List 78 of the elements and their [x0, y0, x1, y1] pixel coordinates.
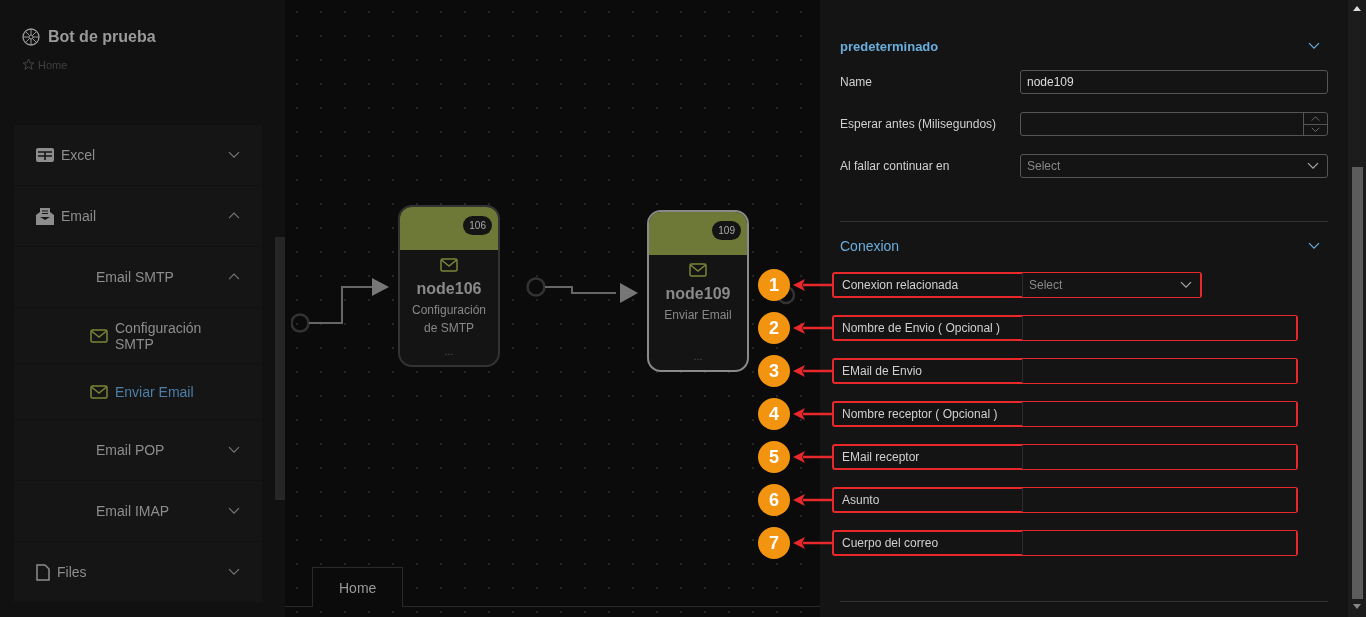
sidebar-item-label: Email IMAP: [96, 503, 171, 519]
envelope-icon: [440, 258, 458, 272]
section-header[interactable]: predeterminado: [840, 32, 1328, 60]
scrollbar-thumb[interactable]: [275, 237, 285, 500]
field-label: Nombre de Envio ( Opcional ): [842, 321, 1002, 335]
field-label: Asunto: [842, 493, 881, 507]
section-title: predeterminado: [840, 38, 939, 54]
select-field[interactable]: Select: [1020, 154, 1328, 178]
field-label: Al fallar continuar en: [840, 159, 951, 173]
text-field[interactable]: [1022, 316, 1296, 340]
node-more: ...: [444, 346, 454, 357]
text-field[interactable]: node109: [1020, 70, 1328, 94]
field-label: Esperar antes (Milisegundos): [840, 117, 998, 131]
scroll-up-icon[interactable]: [1352, 4, 1362, 12]
node-more: ...: [693, 351, 703, 362]
star-icon: [22, 58, 35, 71]
number-field[interactable]: [1020, 112, 1328, 136]
sidebar-item-label: Email SMTP: [96, 269, 175, 285]
field-label: Conexion relacionada: [842, 278, 960, 292]
decrement-button[interactable]: [1304, 123, 1327, 135]
chevron-down-icon: [228, 568, 240, 576]
node-title: node109: [665, 285, 731, 303]
flow-node[interactable]: 106 node106 Configuración de SMTP ...: [398, 205, 500, 367]
sidebar-item[interactable]: Email SMTP: [14, 247, 262, 307]
sidebar-item[interactable]: Configuración SMTP: [14, 308, 262, 363]
sidebar-item-label: Email: [61, 208, 97, 224]
envelope-icon: [689, 263, 707, 277]
chevron-down-icon: [228, 151, 240, 159]
chevron-down-icon: [1308, 242, 1320, 250]
sidebar-item-label: Enviar Email: [115, 383, 195, 400]
chevron-down-icon: [1311, 127, 1320, 133]
sidebar-item[interactable]: Enviar Email: [14, 364, 262, 419]
chevron-down-icon: [1308, 42, 1320, 50]
text-field[interactable]: [1022, 402, 1296, 426]
sidebar-item[interactable]: Email: [14, 186, 262, 246]
sidebar-item-label: Configuración SMTP: [115, 319, 203, 352]
chevron-down-icon: [1307, 162, 1319, 170]
wheel-icon: [22, 28, 40, 46]
chevron-down-icon: [1180, 281, 1192, 289]
text-field[interactable]: [1022, 531, 1296, 555]
sidebar-item-label: Files: [57, 564, 88, 580]
chevron-down-icon: [228, 446, 240, 454]
select-field[interactable]: Select: [1022, 273, 1200, 297]
flow-node[interactable]: 109 node109 Enviar Email ...: [647, 210, 749, 372]
envelope-icon: [90, 384, 108, 399]
field-label: EMail de Envio: [842, 364, 924, 378]
file-icon: [36, 563, 50, 581]
sidebar-item[interactable]: Files: [14, 542, 262, 602]
sidebar-item[interactable]: Email IMAP: [14, 481, 262, 541]
chevron-up-icon: [228, 212, 240, 220]
chevron-down-icon: [228, 507, 240, 515]
open-envelope-icon: [36, 207, 54, 225]
field-label: Name: [840, 75, 873, 89]
chevron-up-icon: [228, 273, 240, 281]
field-label: Cuerpo del correo: [842, 536, 940, 550]
app-title: Bot de prueba: [48, 28, 156, 46]
node-id-badge: 109: [712, 221, 741, 240]
sidebar-item-label: Excel: [61, 147, 97, 163]
envelope-icon: [90, 328, 108, 343]
section-title: Conexion: [840, 238, 900, 254]
node-subtitle: Configuración de SMTP: [410, 302, 487, 337]
section-header[interactable]: Conexion: [840, 232, 1328, 260]
sidebar-item-label: Email POP: [96, 442, 166, 458]
scroll-down-icon[interactable]: [1352, 603, 1362, 611]
scrollbar-thumb[interactable]: [1351, 167, 1363, 599]
text-field[interactable]: [1022, 488, 1296, 512]
node-subtitle: Enviar Email: [663, 307, 733, 324]
node-title: node106: [416, 280, 482, 298]
field-label: EMail receptor: [842, 450, 921, 464]
field-label: Nombre receptor ( Opcional ): [842, 407, 999, 421]
sidebar-item[interactable]: Email POP: [14, 420, 262, 480]
node-id-badge: 106: [463, 216, 492, 235]
chevron-up-icon: [1311, 115, 1320, 121]
canvas-tab[interactable]: Home: [312, 567, 404, 607]
text-field[interactable]: [1022, 359, 1296, 383]
text-field[interactable]: [1022, 445, 1296, 469]
table-icon: [36, 148, 54, 162]
sidebar-item[interactable]: Excel: [14, 125, 262, 185]
